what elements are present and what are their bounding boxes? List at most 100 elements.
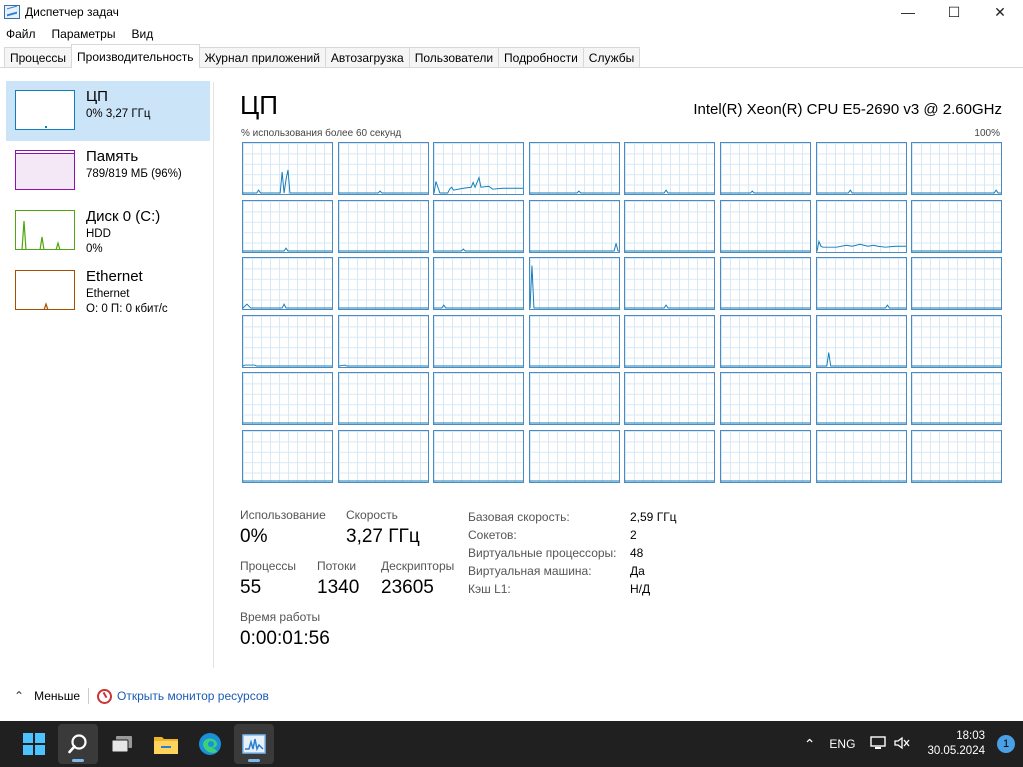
sockets-value: 2 xyxy=(630,528,637,542)
task-view-button[interactable] xyxy=(102,724,142,764)
tab-bar: Процессы Производительность Журнал прило… xyxy=(0,44,1023,68)
search-icon xyxy=(68,734,87,754)
edge-browser-button[interactable] xyxy=(190,724,230,764)
tab-services[interactable]: Службы xyxy=(582,47,641,67)
start-button[interactable] xyxy=(14,724,54,764)
network-icon[interactable] xyxy=(869,735,887,754)
disk-thumbnail-graph xyxy=(15,210,75,250)
task-manager-icon xyxy=(242,734,266,754)
usage-label: Использование xyxy=(240,508,326,522)
handles-value: 23605 xyxy=(381,577,434,598)
minimize-button[interactable]: — xyxy=(885,0,931,24)
virtual-machine-value: Да xyxy=(630,564,645,578)
close-button[interactable]: ✕ xyxy=(977,0,1023,24)
task-manager-icon xyxy=(4,5,20,19)
sidebar-item-detail-2: О: 0 П: 0 кбит/с xyxy=(86,303,168,315)
usage-value: 0% xyxy=(240,526,268,547)
bottom-bar: ⌃ Меньше Открыть монитор ресурсов xyxy=(14,688,269,704)
tab-startup[interactable]: Автозагрузка xyxy=(324,47,410,67)
sidebar-item-detail: HDD xyxy=(86,228,111,240)
logical-processor-graph xyxy=(815,372,907,426)
logical-processor-graph xyxy=(528,257,620,311)
speed-value: 3,27 ГГц xyxy=(346,526,420,547)
logical-processor-graph xyxy=(528,314,620,368)
tab-app-history[interactable]: Журнал приложений xyxy=(198,47,326,67)
logical-processor-graph xyxy=(911,142,1003,195)
uptime-label: Время работы xyxy=(240,610,321,624)
logical-processor-graph xyxy=(624,372,716,426)
logical-processor-graph xyxy=(242,372,333,426)
logical-processor-graph xyxy=(242,142,333,195)
chevron-up-icon[interactable]: ⌃ xyxy=(804,736,816,753)
sidebar-item-cpu[interactable]: ЦП 0% 3,27 ГГц xyxy=(6,81,210,141)
sidebar-item-label: Диск 0 (C:) xyxy=(86,208,161,225)
title-bar[interactable]: Диспетчер задач — ☐ ✕ xyxy=(0,0,1023,24)
language-indicator[interactable]: ENG xyxy=(829,737,855,751)
sidebar-item-detail: 789/819 МБ (96%) xyxy=(86,168,182,180)
threads-stat: Потоки 1340 xyxy=(317,559,359,599)
clock-date: 30.05.2024 xyxy=(927,745,985,757)
cpu-model-name: Intel(R) Xeon(R) CPU E5-2690 v3 @ 2.60GH… xyxy=(693,101,1002,118)
task-manager-taskbar-button[interactable] xyxy=(234,724,274,764)
logical-processor-graph xyxy=(242,257,333,311)
menu-file[interactable]: Файл xyxy=(4,26,38,42)
logical-processor-graph xyxy=(337,429,429,483)
menu-view[interactable]: Вид xyxy=(129,26,155,42)
sidebar-item-ethernet[interactable]: Ethernet Ethernet О: 0 П: 0 кбит/с xyxy=(6,261,210,321)
logical-processor-graph xyxy=(242,199,333,253)
search-button[interactable] xyxy=(58,724,98,764)
processes-stat: Процессы 55 xyxy=(240,559,296,599)
speed-stat: Скорость 3,27 ГГц xyxy=(346,508,420,548)
logical-processor-graph xyxy=(528,199,620,253)
maximize-button[interactable]: ☐ xyxy=(931,0,977,24)
pane-divider[interactable] xyxy=(213,82,214,668)
logical-processor-graph xyxy=(433,257,525,311)
ethernet-thumbnail-graph xyxy=(15,270,75,310)
sidebar-item-disk[interactable]: Диск 0 (C:) HDD 0% xyxy=(6,201,210,261)
task-manager-window: Диспетчер задач — ☐ ✕ Файл Параметры Вид… xyxy=(0,0,1023,721)
tab-performance[interactable]: Производительность xyxy=(71,44,200,68)
open-resource-monitor-link[interactable]: Открыть монитор ресурсов xyxy=(117,689,269,703)
taskbar: ⌃ ENG 18:03 30.05.2024 1 xyxy=(0,721,1023,767)
windows-logo-icon xyxy=(23,733,45,755)
logical-processor-graph xyxy=(815,429,907,483)
handles-stat: Дескрипторы 23605 xyxy=(381,559,454,599)
volume-muted-icon[interactable] xyxy=(893,735,911,754)
virtual-processors-value: 48 xyxy=(630,546,644,560)
logical-processor-graph xyxy=(337,142,429,195)
logical-processor-graph xyxy=(433,314,525,368)
logical-processor-graphs[interactable] xyxy=(242,142,1003,484)
separator xyxy=(88,688,90,704)
tab-details[interactable]: Подробности xyxy=(498,47,584,67)
virtual-processors-label: Виртуальные процессоры: xyxy=(468,546,617,560)
tab-processes[interactable]: Процессы xyxy=(4,47,73,67)
sockets-label: Сокетов: xyxy=(468,528,517,542)
logical-processor-graph xyxy=(719,257,811,311)
file-explorer-button[interactable] xyxy=(146,724,186,764)
menu-options[interactable]: Параметры xyxy=(50,26,118,42)
logical-processor-graph xyxy=(528,372,620,426)
tab-users[interactable]: Пользователи xyxy=(408,47,500,67)
processes-label: Процессы xyxy=(240,559,297,573)
logical-processor-graph xyxy=(624,314,716,368)
usage-stat: Использование 0% xyxy=(240,508,326,548)
sidebar-item-label: Память xyxy=(86,148,139,165)
chevron-up-icon[interactable]: ⌃ xyxy=(14,689,24,703)
l1-cache-value: Н/Д xyxy=(630,582,651,596)
logical-processor-graph xyxy=(433,199,525,253)
logical-processor-graph xyxy=(242,429,333,483)
sidebar-item-label: ЦП xyxy=(86,88,108,105)
logical-processor-graph xyxy=(719,142,811,195)
task-view-icon xyxy=(111,736,132,753)
logical-processor-graph xyxy=(911,199,1003,253)
logical-processor-graph xyxy=(337,314,429,368)
notification-badge[interactable]: 1 xyxy=(997,735,1015,753)
virtual-machine-label: Виртуальная машина: xyxy=(468,564,592,578)
system-tray: ⌃ ENG 18:03 30.05.2024 1 xyxy=(804,721,1023,767)
threads-label: Потоки xyxy=(317,559,357,573)
logical-processor-graph xyxy=(528,429,620,483)
logical-processor-graph xyxy=(242,314,333,368)
sidebar-item-memory[interactable]: Память 789/819 МБ (96%) xyxy=(6,141,210,201)
fewer-details-button[interactable]: Меньше xyxy=(34,689,80,703)
clock[interactable]: 18:03 30.05.2024 xyxy=(927,729,985,759)
